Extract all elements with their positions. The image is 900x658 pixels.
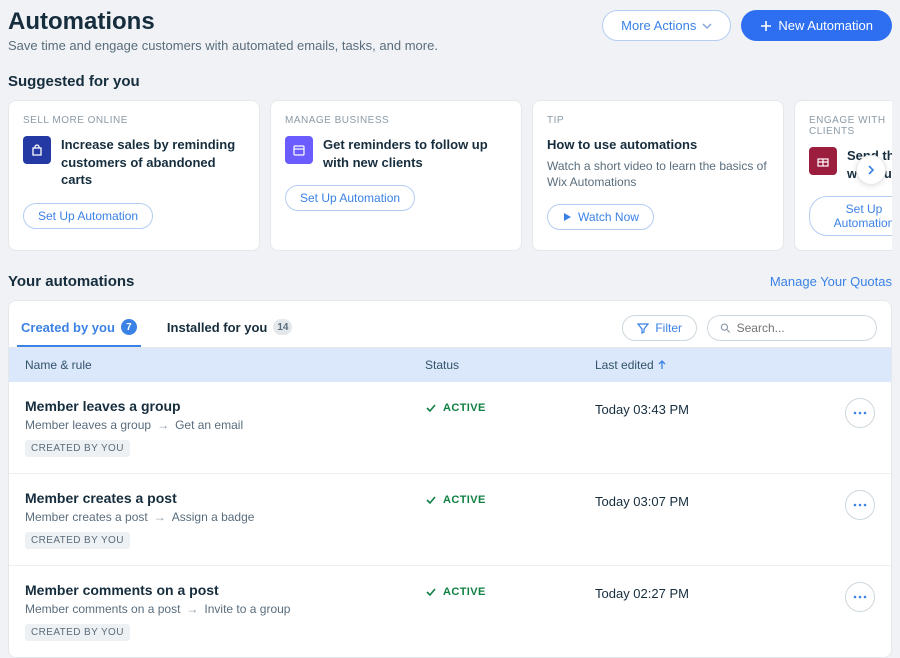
created-by-you-tag: CREATED BY YOU [25,624,130,641]
card-eyebrow: MANAGE BUSINESS [285,115,507,126]
row-edited: Today 03:43 PM [595,402,689,417]
dots-icon [853,411,867,415]
tab-label: Created by you [21,320,115,335]
card-body: How to use automations Watch a short vid… [547,136,769,190]
suggested-card: MANAGE BUSINESS Get reminders to follow … [270,100,522,251]
table-row[interactable]: Member creates a post Member creates a p… [9,474,891,566]
tab-created-by-you[interactable]: Created by you 7 [17,309,141,347]
row-title: Member creates a post [25,490,425,506]
row-menu-button[interactable] [845,490,875,520]
suggested-title: Suggested for you [8,73,892,90]
search-input-wrapper[interactable] [707,315,877,341]
manage-quotas-link[interactable]: Manage Your Quotas [770,274,892,289]
new-automation-label: New Automation [778,18,873,33]
suggested-cards: SELL MORE ONLINE Increase sales by remin… [8,100,892,251]
created-by-you-tag: CREATED BY YOU [25,532,130,549]
play-icon [562,212,572,222]
tab-label: Installed for you [167,320,267,335]
row-menu-button[interactable] [845,398,875,428]
row-edited: Today 03:07 PM [595,494,689,509]
filter-button[interactable]: Filter [622,315,697,341]
bag-icon [23,136,51,164]
automations-table: Created by you 7 Installed for you 14 Fi… [8,300,892,658]
your-automations-title: Your automations [8,273,134,290]
row-rule: Member creates a post → Assign a badge [25,510,425,524]
row-rule: Member comments on a post → Invite to a … [25,602,425,616]
toolbar-right: Filter [622,315,877,341]
setup-automation-button[interactable]: Set Up Automation [285,185,415,211]
card-title: How to use automations [547,136,769,154]
card-title: Increase sales by reminding customers of… [61,136,245,189]
header-last-edited[interactable]: Last edited [595,358,831,372]
status-badge: ACTIVE [425,402,595,414]
setup-automation-button[interactable]: Set Up Automation [809,196,892,236]
more-actions-label: More Actions [621,18,696,33]
header-name[interactable]: Name & rule [25,358,425,372]
row-title: Member leaves a group [25,398,425,414]
chevron-right-icon [866,165,876,175]
chevron-down-icon [702,21,712,31]
tab-count-badge: 14 [273,319,292,335]
arrow-right-icon: → [186,602,198,616]
table-row[interactable]: Member leaves a group Member leaves a gr… [9,382,891,474]
tab-installed-for-you[interactable]: Installed for you 14 [163,309,297,347]
status-badge: ACTIVE [425,494,595,506]
gift-icon [809,147,837,175]
header-status[interactable]: Status [425,358,595,372]
header-left: Automations Save time and engage custome… [8,8,438,53]
row-rule: Member leaves a group → Get an email [25,418,425,432]
page-title: Automations [8,8,438,36]
arrow-right-icon: → [154,510,166,524]
card-body: Increase sales by reminding customers of… [23,136,245,189]
card-body: Get reminders to follow up with new clie… [285,136,507,171]
check-icon [425,402,437,414]
header-actions: More Actions New Automation [602,10,892,41]
more-actions-button[interactable]: More Actions [602,10,731,41]
filter-icon [637,322,649,334]
sort-up-icon [658,360,666,370]
tab-count-badge: 7 [121,319,137,335]
arrow-right-icon: → [157,418,169,432]
created-by-you-tag: CREATED BY YOU [25,440,130,457]
new-automation-button[interactable]: New Automation [741,10,892,41]
suggested-card-tip: TIP How to use automations Watch a short… [532,100,784,251]
card-eyebrow: ENGAGE WITH CLIENTS [809,115,892,137]
search-icon [720,322,731,334]
calendar-icon [285,136,313,164]
status-badge: ACTIVE [425,586,595,598]
card-desc: Watch a short video to learn the basics … [547,158,769,190]
row-edited: Today 02:27 PM [595,586,689,601]
check-icon [425,494,437,506]
card-title: Get reminders to follow up with new clie… [323,136,507,171]
plus-icon [760,20,772,32]
watch-now-button[interactable]: Watch Now [547,204,654,230]
tabs: Created by you 7 Installed for you 14 [17,309,296,347]
setup-automation-button[interactable]: Set Up Automation [23,203,153,229]
search-input[interactable] [737,321,864,335]
check-icon [425,586,437,598]
page-subtitle: Save time and engage customers with auto… [8,38,438,53]
table-row[interactable]: Member comments on a post Member comment… [9,566,891,657]
card-eyebrow: SELL MORE ONLINE [23,115,245,126]
table-header: Name & rule Status Last edited [9,347,891,382]
row-menu-button[interactable] [845,582,875,612]
page-header: Automations Save time and engage custome… [8,8,892,59]
dots-icon [853,503,867,507]
suggested-card: SELL MORE ONLINE Increase sales by remin… [8,100,260,251]
carousel-next-button[interactable] [856,155,886,185]
table-toolbar: Created by you 7 Installed for you 14 Fi… [9,301,891,347]
card-eyebrow: TIP [547,115,769,126]
